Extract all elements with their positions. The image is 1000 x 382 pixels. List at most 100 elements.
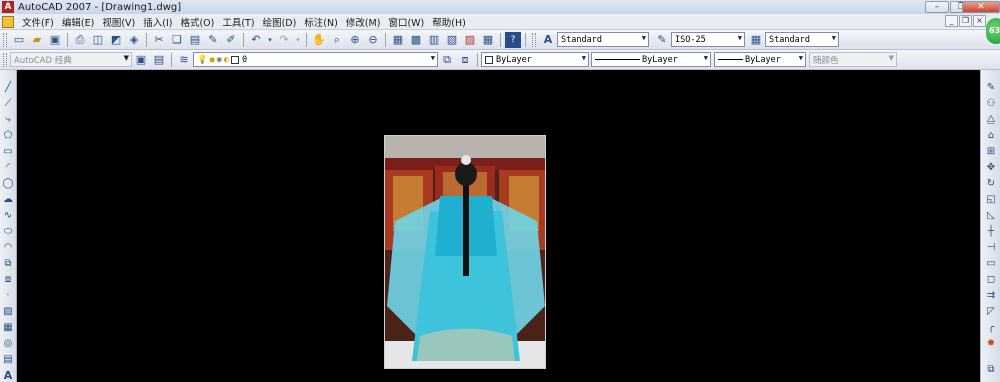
circle-icon[interactable]: ◯ xyxy=(1,176,15,190)
plot-style-select[interactable]: 随颜色 ▼ xyxy=(809,52,897,67)
zoom-realtime-icon[interactable]: ⌕ xyxy=(329,32,345,48)
break-at-point-icon[interactable]: ▭ xyxy=(984,256,998,270)
toolbar-grip[interactable] xyxy=(532,32,536,47)
inserted-raster-image[interactable] xyxy=(384,135,546,369)
tool-palettes-icon[interactable]: ▥ xyxy=(426,32,442,48)
plot-preview-icon[interactable]: ◫ xyxy=(90,32,106,48)
table-style-select[interactable]: Standard ▼ xyxy=(765,32,839,47)
close-button[interactable]: ✕ xyxy=(962,1,1000,13)
mirror-icon[interactable]: ⧋ xyxy=(984,112,998,126)
minimize-button[interactable]: – xyxy=(925,1,949,13)
markup-icon[interactable]: ▨ xyxy=(462,32,478,48)
autocad-logo-icon[interactable]: A xyxy=(2,1,14,13)
text-style-icon[interactable]: A xyxy=(540,32,556,48)
properties-icon[interactable]: ▦ xyxy=(390,32,406,48)
line-icon[interactable]: ╱ xyxy=(1,80,15,94)
hatch-icon[interactable]: ▨ xyxy=(1,304,15,318)
pan-icon[interactable]: ✋ xyxy=(311,32,327,48)
3d-dwf-icon[interactable]: ◈ xyxy=(126,32,142,48)
explode-icon[interactable]: ✸ xyxy=(984,336,998,350)
multiline-text-icon[interactable]: A xyxy=(1,368,15,382)
publish-icon[interactable]: ◩ xyxy=(108,32,124,48)
table-style-icon[interactable]: ▦ xyxy=(748,32,764,48)
text-style-select[interactable]: Standard ▼ xyxy=(557,32,649,47)
document-icon[interactable] xyxy=(2,15,14,28)
linetype-select[interactable]: ByLayer ▼ xyxy=(591,52,711,67)
insert-block-icon[interactable]: ⧉ xyxy=(1,256,15,270)
erase-icon[interactable]: ✎ xyxy=(984,80,998,94)
menu-window[interactable]: 窗口(W) xyxy=(384,15,428,29)
arc-icon[interactable]: ◜ xyxy=(1,160,15,174)
construction-line-icon[interactable]: ⟋ xyxy=(1,96,15,110)
workspace-select[interactable]: AutoCAD 经典 ▼ xyxy=(10,52,132,67)
redo-icon[interactable]: ↷ xyxy=(276,32,292,48)
menu-tools[interactable]: 工具(T) xyxy=(218,15,258,29)
menu-draw[interactable]: 绘图(D) xyxy=(259,15,301,29)
fillet-icon[interactable]: ╭ xyxy=(984,320,998,334)
menu-view[interactable]: 视图(V) xyxy=(98,15,139,29)
zoom-previous-icon[interactable]: ⊖ xyxy=(365,32,381,48)
undo-dropdown-icon[interactable]: ▾ xyxy=(266,32,274,48)
revision-cloud-icon[interactable]: ☁ xyxy=(1,192,15,206)
menu-format[interactable]: 格式(O) xyxy=(176,15,218,29)
array-icon[interactable]: ⊞ xyxy=(984,144,998,158)
chamfer-icon[interactable]: ◸ xyxy=(984,304,998,318)
redo-dropdown-icon[interactable]: ▾ xyxy=(294,32,302,48)
layer-select[interactable]: 💡 ● ◉ ◐ 0 ▼ xyxy=(193,52,438,67)
dim-style-select[interactable]: ISO-25 ▼ xyxy=(671,32,745,47)
zoom-window-icon[interactable]: ⊕ xyxy=(347,32,363,48)
menu-file[interactable]: 文件(F) xyxy=(18,15,58,29)
toolbar-grip[interactable] xyxy=(3,52,7,67)
doc-restore-button[interactable]: ❐ xyxy=(959,15,972,27)
menu-edit[interactable]: 编辑(E) xyxy=(58,15,98,29)
layer-previous-icon[interactable]: ⧈ xyxy=(457,52,473,68)
table-icon[interactable]: ▤ xyxy=(1,352,15,366)
scale-icon[interactable]: ◱ xyxy=(984,192,998,206)
move-icon[interactable]: ✥ xyxy=(984,160,998,174)
save-icon[interactable]: ▣ xyxy=(47,32,63,48)
dim-style-icon[interactable]: ✎ xyxy=(654,32,670,48)
make-block-icon[interactable]: ⧈ xyxy=(1,272,15,286)
toolbar-grip[interactable] xyxy=(3,32,7,47)
layer-properties-icon[interactable]: ≋ xyxy=(176,52,192,68)
join-icon[interactable]: ⇉ xyxy=(984,288,998,302)
lineweight-select[interactable]: ByLayer ▼ xyxy=(714,52,806,67)
spline-icon[interactable]: ∿ xyxy=(1,208,15,222)
cut-icon[interactable]: ✂ xyxy=(151,32,167,48)
draw-order-icon[interactable]: ⧉ xyxy=(984,362,998,376)
break-icon[interactable]: ◻ xyxy=(984,272,998,286)
trim-icon[interactable]: ┼ xyxy=(984,224,998,238)
doc-close-button[interactable]: × xyxy=(973,15,986,27)
quickcalc-icon[interactable]: ▦ xyxy=(480,32,496,48)
doc-minimize-button[interactable]: _ xyxy=(945,15,958,27)
plot-icon[interactable]: ⎙ xyxy=(72,32,88,48)
rotate-icon[interactable]: ↻ xyxy=(984,176,998,190)
make-object-layer-current-icon[interactable]: ⧉ xyxy=(439,52,455,68)
extend-icon[interactable]: ⊣ xyxy=(984,240,998,254)
ellipse-icon[interactable]: ⬭ xyxy=(1,224,15,238)
help-icon[interactable]: ? xyxy=(505,31,521,48)
sheet-set-icon[interactable]: ▧ xyxy=(444,32,460,48)
region-icon[interactable]: ◎ xyxy=(1,336,15,350)
undo-icon[interactable]: ↶ xyxy=(248,32,264,48)
menu-insert[interactable]: 插入(I) xyxy=(139,15,176,29)
menu-dimension[interactable]: 标注(N) xyxy=(300,15,342,29)
copy-icon[interactable]: ❏ xyxy=(169,32,185,48)
menu-modify[interactable]: 修改(M) xyxy=(342,15,385,29)
stretch-icon[interactable]: ◺ xyxy=(984,208,998,222)
gradient-icon[interactable]: ▦ xyxy=(1,320,15,334)
menu-help[interactable]: 帮助(H) xyxy=(428,15,470,29)
drawing-canvas[interactable] xyxy=(17,70,980,382)
open-icon[interactable]: ▰ xyxy=(29,32,45,48)
match-properties-icon[interactable]: ✎ xyxy=(205,32,221,48)
new-icon[interactable]: ▭ xyxy=(11,32,27,48)
copy-object-icon[interactable]: ⚇ xyxy=(984,96,998,110)
block-editor-icon[interactable]: ✐ xyxy=(223,32,239,48)
color-select[interactable]: ByLayer ▼ xyxy=(481,52,589,67)
paste-icon[interactable]: ▤ xyxy=(187,32,203,48)
rectangle-icon[interactable]: ▭ xyxy=(1,144,15,158)
polygon-icon[interactable]: ⬠ xyxy=(1,128,15,142)
workspace-settings-icon[interactable]: ▣ xyxy=(133,52,149,68)
design-center-icon[interactable]: ▩ xyxy=(408,32,424,48)
workspace-save-icon[interactable]: ▤ xyxy=(151,52,167,68)
